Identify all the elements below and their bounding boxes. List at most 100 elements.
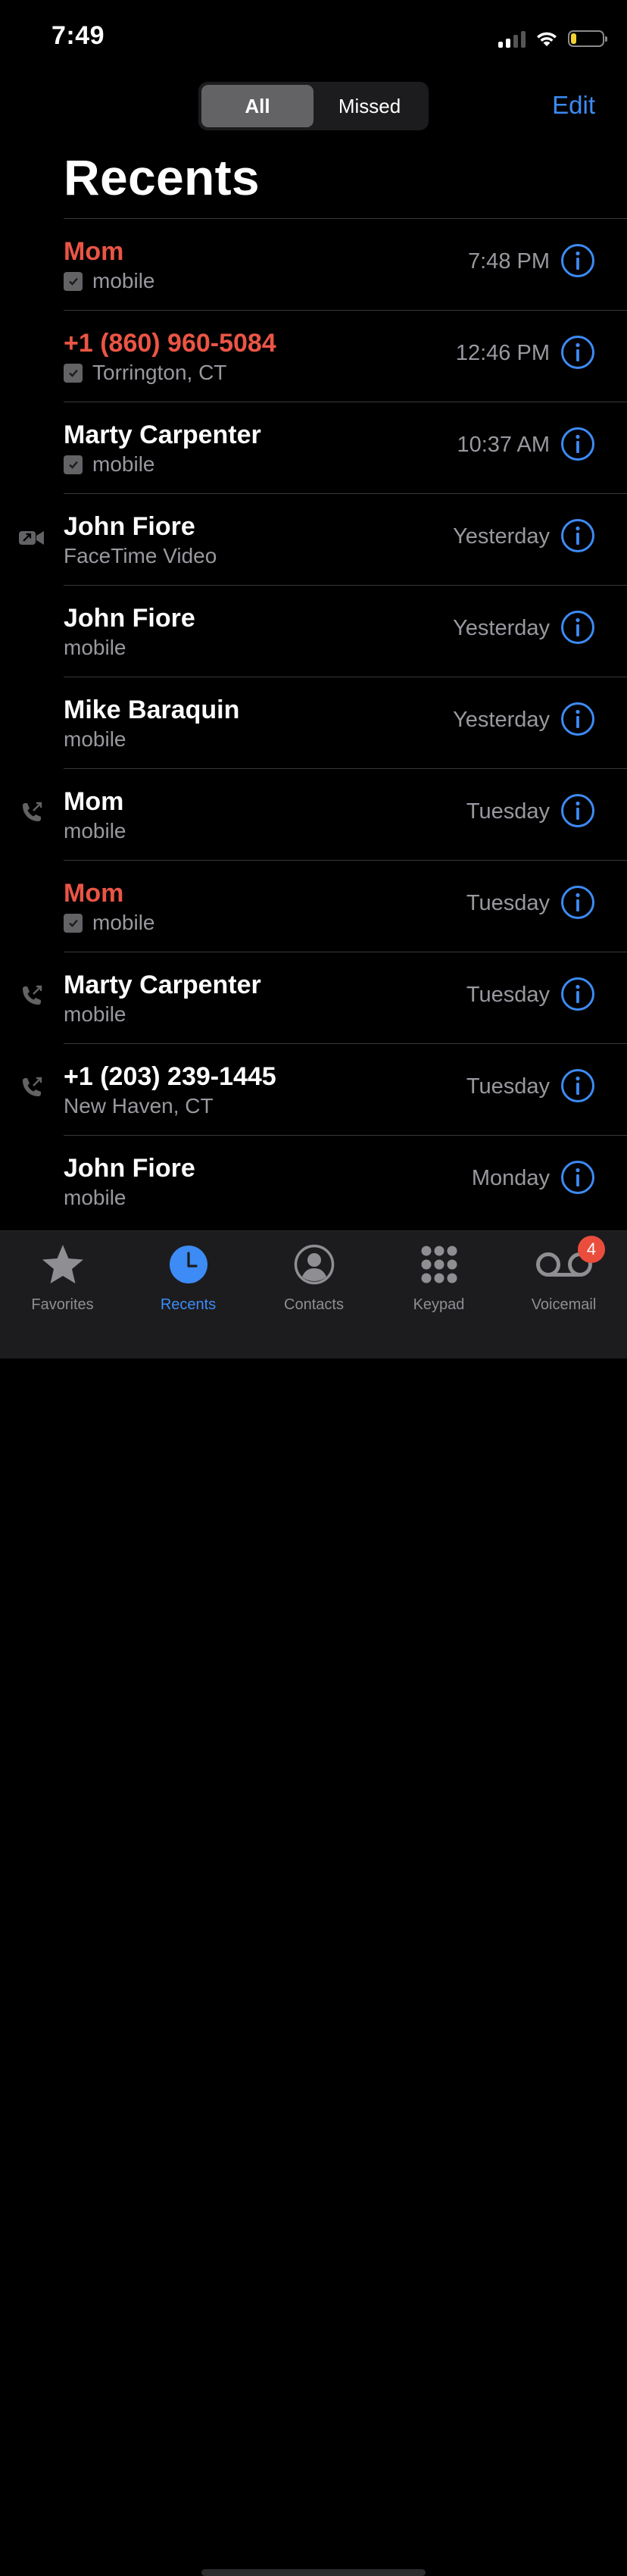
call-row[interactable]: John Fiore mobile Yesterday [0, 586, 627, 677]
call-time: Tuesday [466, 1074, 550, 1099]
status-icons [498, 27, 607, 50]
call-detail-label: mobile [64, 1186, 126, 1209]
call-time: Tuesday [466, 799, 550, 824]
caller-name: +1 (203) 239-1445 [64, 1062, 276, 1091]
call-detail-label: mobile [92, 269, 155, 292]
call-detail-label: mobile [64, 1002, 126, 1026]
call-time: 10:37 AM [457, 433, 550, 457]
call-detail: mobile [64, 1002, 126, 1027]
call-time: Monday [471, 1166, 550, 1190]
call-detail-label: mobile [64, 819, 126, 843]
caller-name: Mike Baraquin [64, 696, 240, 724]
checkmark-icon [64, 363, 83, 383]
tab-label: Keypad [413, 1296, 465, 1313]
call-row[interactable]: Marty Carpenter mobile 10:37 AM [0, 402, 627, 494]
call-row[interactable]: Marty Carpenter mobile Tuesday [0, 952, 627, 1044]
call-detail-label: mobile [64, 727, 126, 751]
info-icon[interactable] [560, 427, 595, 461]
tab-contacts[interactable]: Contacts [251, 1240, 376, 1314]
voicemail-badge: 4 [578, 1236, 605, 1263]
call-detail: mobile [64, 452, 154, 477]
call-detail: mobile [64, 636, 126, 660]
tab-label: Contacts [284, 1296, 344, 1313]
battery-icon [568, 30, 607, 47]
star-icon [42, 1245, 83, 1283]
status-time: 7:49 [51, 21, 105, 50]
call-time: Yesterday [453, 708, 550, 732]
call-row[interactable]: +1 (203) 239-1445 New Haven, CT Tuesday [0, 1044, 627, 1136]
tab-voicemail[interactable]: 4 Voicemail [501, 1236, 626, 1314]
outgoing-call-icon [23, 1077, 42, 1096]
tab-label: Recents [160, 1296, 217, 1313]
info-icon[interactable] [560, 243, 595, 278]
recents-list: Mom mobile 7:48 PM +1 (860) 960-5084 Tor… [0, 219, 627, 1227]
call-detail: mobile [64, 727, 126, 752]
caller-name: John Fiore [64, 1154, 195, 1183]
caller-name: +1 (860) 960-5084 [64, 329, 276, 358]
call-detail-label: mobile [92, 911, 155, 934]
clock-icon [169, 1246, 207, 1283]
wifi-icon [537, 32, 557, 46]
info-icon[interactable] [560, 885, 595, 920]
tab-label: Favorites [31, 1296, 94, 1313]
segment-missed[interactable]: Missed [314, 85, 426, 127]
call-detail-label: New Haven, CT [64, 1094, 214, 1118]
info-icon[interactable] [560, 1068, 595, 1103]
info-icon[interactable] [560, 518, 595, 553]
info-icon[interactable] [560, 793, 595, 828]
checkmark-icon [64, 455, 83, 474]
segmented-control: All Missed [198, 82, 429, 130]
caller-name: Marty Carpenter [64, 971, 261, 999]
status-bar: 7:49 [0, 0, 627, 76]
call-detail-label: mobile [92, 452, 155, 476]
call-detail: mobile [64, 269, 154, 293]
call-row[interactable]: Mom mobile Tuesday [0, 769, 627, 861]
call-row[interactable]: John Fiore FaceTime Video Yesterday [0, 494, 627, 586]
info-icon[interactable] [560, 1160, 595, 1195]
call-detail-label: mobile [64, 636, 126, 659]
call-time: Yesterday [453, 616, 550, 640]
call-detail: mobile [64, 819, 126, 843]
call-time: 12:46 PM [455, 341, 550, 365]
info-icon[interactable] [560, 977, 595, 1011]
outgoing-video-icon [19, 531, 44, 545]
call-row[interactable]: Mom mobile 7:48 PM [0, 219, 627, 311]
page-title: Recents [64, 149, 260, 205]
caller-name: Marty Carpenter [64, 420, 261, 449]
person-circle-icon [294, 1244, 334, 1285]
call-detail: mobile [64, 1186, 126, 1210]
call-detail: FaceTime Video [64, 544, 217, 568]
info-icon[interactable] [560, 610, 595, 645]
call-time: Yesterday [453, 524, 550, 549]
segment-all[interactable]: All [201, 85, 314, 127]
outgoing-call-icon [23, 802, 42, 821]
tab-label: Voicemail [531, 1296, 597, 1313]
call-detail-label: FaceTime Video [64, 544, 217, 567]
tab-keypad[interactable]: Keypad [376, 1240, 501, 1314]
call-detail: New Haven, CT [64, 1094, 214, 1118]
caller-name: John Fiore [64, 512, 195, 541]
cellular-signal-icon [498, 30, 526, 48]
info-icon[interactable] [560, 702, 595, 736]
outgoing-call-icon [23, 985, 42, 1005]
home-indicator[interactable] [201, 2569, 426, 2576]
caller-name: Mom [64, 237, 124, 266]
call-row[interactable]: John Fiore mobile Monday [0, 1136, 627, 1227]
call-row[interactable]: Mom mobile Tuesday [0, 861, 627, 952]
caller-name: Mom [64, 787, 124, 816]
tab-recents[interactable]: Recents [126, 1240, 251, 1314]
call-row[interactable]: Mike Baraquin mobile Yesterday [0, 677, 627, 769]
tab-bar: Favorites Recents Contacts Keypad 4 Voic… [0, 1230, 627, 2576]
checkmark-icon [64, 271, 83, 291]
call-time: Tuesday [466, 983, 550, 1007]
caller-name: Mom [64, 879, 124, 908]
edit-button[interactable]: Edit [552, 91, 595, 120]
call-detail-label: Torrington, CT [92, 361, 227, 384]
call-row[interactable]: +1 (860) 960-5084 Torrington, CT 12:46 P… [0, 311, 627, 402]
caller-name: John Fiore [64, 604, 195, 633]
call-time: Tuesday [466, 891, 550, 915]
tab-favorites[interactable]: Favorites [0, 1240, 125, 1314]
call-detail: Torrington, CT [64, 361, 226, 385]
checkmark-icon [64, 913, 83, 933]
info-icon[interactable] [560, 335, 595, 370]
